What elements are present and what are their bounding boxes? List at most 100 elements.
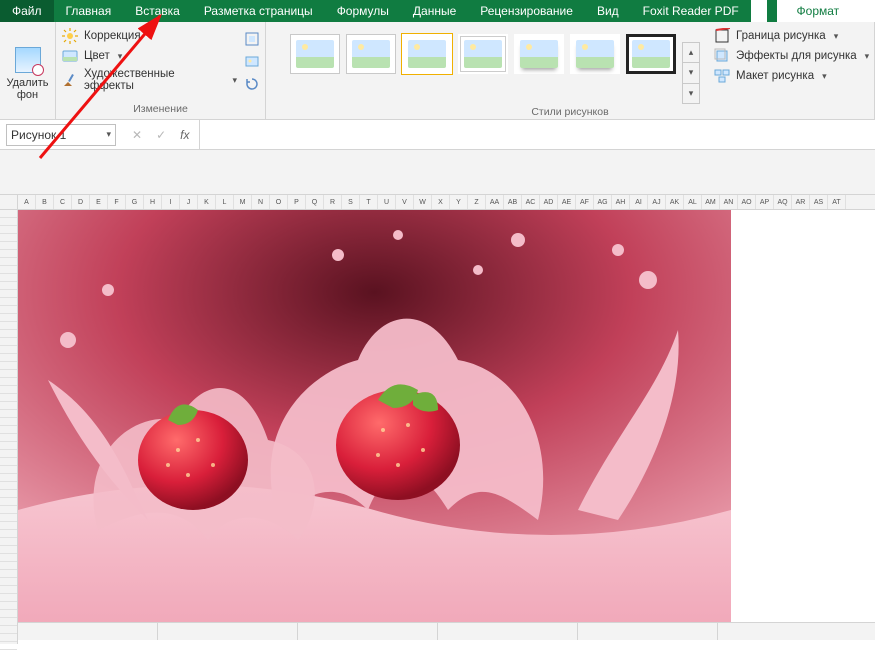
row-header[interactable] <box>0 362 17 370</box>
picture-effects-button[interactable]: Эффекты для рисунка▾ <box>714 48 870 64</box>
row-header[interactable] <box>0 642 17 650</box>
col-header[interactable]: N <box>252 195 270 209</box>
tab-view[interactable]: Вид <box>585 0 631 22</box>
col-header[interactable]: AG <box>594 195 612 209</box>
col-header[interactable]: O <box>270 195 288 209</box>
col-header[interactable]: P <box>288 195 306 209</box>
row-header[interactable] <box>0 458 17 466</box>
tab-home[interactable]: Главная <box>54 0 124 22</box>
col-header[interactable]: W <box>414 195 432 209</box>
select-all-corner[interactable] <box>0 195 18 210</box>
row-header[interactable] <box>0 434 17 442</box>
row-header[interactable] <box>0 498 17 506</box>
row-header[interactable] <box>0 634 17 642</box>
change-picture-button[interactable] <box>243 52 261 70</box>
row-header[interactable] <box>0 474 17 482</box>
color-button[interactable]: Цвет▾ <box>62 48 237 64</box>
row-header[interactable] <box>0 410 17 418</box>
picture-style-2[interactable] <box>346 34 396 74</box>
row-header[interactable] <box>0 450 17 458</box>
tab-pagelayout[interactable]: Разметка страницы <box>192 0 325 22</box>
col-header[interactable]: C <box>54 195 72 209</box>
col-header[interactable]: AH <box>612 195 630 209</box>
col-header[interactable]: H <box>144 195 162 209</box>
col-header[interactable]: D <box>72 195 90 209</box>
row-header[interactable] <box>0 338 17 346</box>
row-header[interactable] <box>0 578 17 586</box>
row-headers[interactable] <box>0 210 18 644</box>
col-header[interactable]: S <box>342 195 360 209</box>
row-header[interactable] <box>0 490 17 498</box>
row-header[interactable] <box>0 554 17 562</box>
row-header[interactable] <box>0 626 17 634</box>
tab-review[interactable]: Рецензирование <box>468 0 585 22</box>
tab-format[interactable]: Формат <box>777 0 860 22</box>
row-header[interactable] <box>0 346 17 354</box>
col-header[interactable]: AJ <box>648 195 666 209</box>
col-header[interactable]: G <box>126 195 144 209</box>
row-header[interactable] <box>0 546 17 554</box>
row-header[interactable] <box>0 218 17 226</box>
col-header[interactable]: M <box>234 195 252 209</box>
col-header[interactable]: T <box>360 195 378 209</box>
row-header[interactable] <box>0 482 17 490</box>
row-header[interactable] <box>0 602 17 610</box>
col-header[interactable]: AA <box>486 195 504 209</box>
row-header[interactable] <box>0 426 17 434</box>
tab-insert[interactable]: Вставка <box>123 0 192 22</box>
row-header[interactable] <box>0 570 17 578</box>
row-header[interactable] <box>0 378 17 386</box>
inserted-picture[interactable] <box>18 210 731 622</box>
row-header[interactable] <box>0 354 17 362</box>
corrections-button[interactable]: Коррекция▾ <box>62 28 237 44</box>
sheet-tab[interactable] <box>18 623 158 640</box>
row-header[interactable] <box>0 322 17 330</box>
picture-style-3[interactable] <box>402 34 452 74</box>
row-header[interactable] <box>0 306 17 314</box>
row-header[interactable] <box>0 402 17 410</box>
cancel-formula-icon[interactable]: ✕ <box>132 128 142 142</box>
name-box[interactable]: Рисунок 1 ▾ <box>6 124 116 146</box>
row-header[interactable] <box>0 210 17 218</box>
row-header[interactable] <box>0 314 17 322</box>
col-header[interactable]: Z <box>468 195 486 209</box>
sheet-tab[interactable] <box>578 623 718 640</box>
row-header[interactable] <box>0 594 17 602</box>
worksheet[interactable]: ABCDEFGHIJKLMNOPQRSTUVWXYZAAABACADAEAFAG… <box>0 195 875 644</box>
col-header[interactable]: AO <box>738 195 756 209</box>
col-header[interactable]: AF <box>576 195 594 209</box>
reset-picture-button[interactable] <box>243 75 261 93</box>
col-header[interactable]: AC <box>522 195 540 209</box>
row-header[interactable] <box>0 242 17 250</box>
tab-foxit[interactable]: Foxit Reader PDF <box>631 0 751 22</box>
fx-icon[interactable]: fx <box>180 128 189 142</box>
tab-file[interactable]: Файл <box>0 0 54 22</box>
row-header[interactable] <box>0 530 17 538</box>
col-header[interactable]: AK <box>666 195 684 209</box>
col-header[interactable]: R <box>324 195 342 209</box>
col-header[interactable]: U <box>378 195 396 209</box>
row-header[interactable] <box>0 442 17 450</box>
col-header[interactable]: AT <box>828 195 846 209</box>
row-header[interactable] <box>0 386 17 394</box>
picture-style-4[interactable] <box>458 34 508 74</box>
row-header[interactable] <box>0 618 17 626</box>
row-header[interactable] <box>0 226 17 234</box>
sheet-tab[interactable] <box>158 623 298 640</box>
row-header[interactable] <box>0 506 17 514</box>
col-header[interactable]: AR <box>792 195 810 209</box>
row-header[interactable] <box>0 394 17 402</box>
col-header[interactable]: L <box>216 195 234 209</box>
col-header[interactable]: Q <box>306 195 324 209</box>
gallery-scroll[interactable]: ▴▾▾ <box>682 42 700 104</box>
row-header[interactable] <box>0 418 17 426</box>
column-headers[interactable]: ABCDEFGHIJKLMNOPQRSTUVWXYZAAABACADAEAFAG… <box>18 195 875 210</box>
artistic-effects-button[interactable]: Художественные эффекты▾ <box>62 68 237 92</box>
col-header[interactable]: AN <box>720 195 738 209</box>
picture-style-6[interactable] <box>570 34 620 74</box>
col-header[interactable]: AE <box>558 195 576 209</box>
compress-pictures-button[interactable] <box>243 30 261 48</box>
row-header[interactable] <box>0 466 17 474</box>
picture-style-5[interactable] <box>514 34 564 74</box>
sheet-tab[interactable] <box>298 623 438 640</box>
